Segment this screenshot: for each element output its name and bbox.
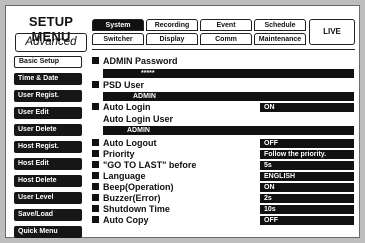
bullet-icon <box>92 81 99 88</box>
title-box: SETUP MENU Advanced <box>12 14 90 60</box>
psd-user-label: PSD User <box>92 80 144 91</box>
sidebar-item-save-load[interactable]: Save/Load <box>14 209 82 221</box>
sidebar-item-basic-setup[interactable]: Basic Setup <box>14 56 82 68</box>
tab-recording[interactable]: Recording <box>146 19 198 31</box>
bullet-icon <box>92 194 99 201</box>
auto-logout-label: Auto Logout <box>92 138 156 149</box>
priority-label: Priority <box>92 149 135 160</box>
psd-user-field[interactable]: ADMIN <box>103 92 354 101</box>
sidebar-item-host-delete[interactable]: Host Delete <box>14 175 82 187</box>
admin-password-label: ADMIN Password <box>92 56 178 67</box>
tab-comm[interactable]: Comm <box>200 33 252 45</box>
bullet-icon <box>92 183 99 190</box>
bullet-icon <box>92 172 99 179</box>
tab-maintenance[interactable]: Maintenance <box>254 33 306 45</box>
tab-divider <box>92 49 355 50</box>
sidebar-item-quick-menu[interactable]: Quick Menu <box>14 226 82 238</box>
admin-password-field[interactable]: ***** <box>103 69 354 78</box>
tab-event[interactable]: Event <box>200 19 252 31</box>
bullet-icon <box>92 57 99 64</box>
auto-login-label: Auto Login <box>92 102 150 113</box>
shutdown-time-select[interactable]: 10s <box>260 205 354 214</box>
bullet-icon <box>92 103 99 110</box>
tab-switcher[interactable]: Switcher <box>92 33 144 45</box>
setup-menu-screen: SETUP MENU Advanced System Recording Eve… <box>5 5 360 238</box>
sidebar-item-host-edit[interactable]: Host Edit <box>14 158 82 170</box>
language-select[interactable]: ENGLISH <box>260 172 354 181</box>
beep-select[interactable]: ON <box>260 183 354 192</box>
auto-login-select[interactable]: ON <box>260 103 354 112</box>
shutdown-time-label: Shutdown Time <box>92 204 170 215</box>
goto-last-select[interactable]: 5s <box>260 161 354 170</box>
auto-logout-select[interactable]: OFF <box>260 139 354 148</box>
bullet-icon <box>92 205 99 212</box>
live-button[interactable]: LIVE <box>309 19 355 45</box>
language-label: Language <box>92 171 146 182</box>
auto-login-user-field[interactable]: ADMIN <box>103 126 354 135</box>
sidebar-item-host-regist[interactable]: Host Regist. <box>14 141 82 153</box>
sidebar-item-time-date[interactable]: Time & Date <box>14 73 82 85</box>
bullet-icon <box>92 150 99 157</box>
priority-select[interactable]: Follow the priority. <box>260 150 354 159</box>
tab-schedule[interactable]: Schedule <box>254 19 306 31</box>
sidebar-item-user-edit[interactable]: User Edit <box>14 107 82 119</box>
buzzer-label: Buzzer(Error) <box>92 193 161 204</box>
bullet-icon <box>92 216 99 223</box>
sidebar-item-user-delete[interactable]: User Delete <box>14 124 82 136</box>
sidebar-item-user-level[interactable]: User Level <box>14 192 82 204</box>
tab-system[interactable]: System <box>92 19 144 31</box>
goto-last-label: "GO TO LAST" before <box>92 160 196 171</box>
buzzer-select[interactable]: 2s <box>260 194 354 203</box>
mode-label: Advanced <box>15 33 87 52</box>
auto-copy-label: Auto Copy <box>92 215 149 226</box>
sidebar-item-user-regist[interactable]: User Regist. <box>14 90 82 102</box>
auto-login-user-label: Auto Login User <box>103 114 173 124</box>
auto-copy-select[interactable]: OFF <box>260 216 354 225</box>
beep-label: Beep(Operation) <box>92 182 174 193</box>
tab-display[interactable]: Display <box>146 33 198 45</box>
bullet-icon <box>92 161 99 168</box>
bullet-icon <box>92 139 99 146</box>
